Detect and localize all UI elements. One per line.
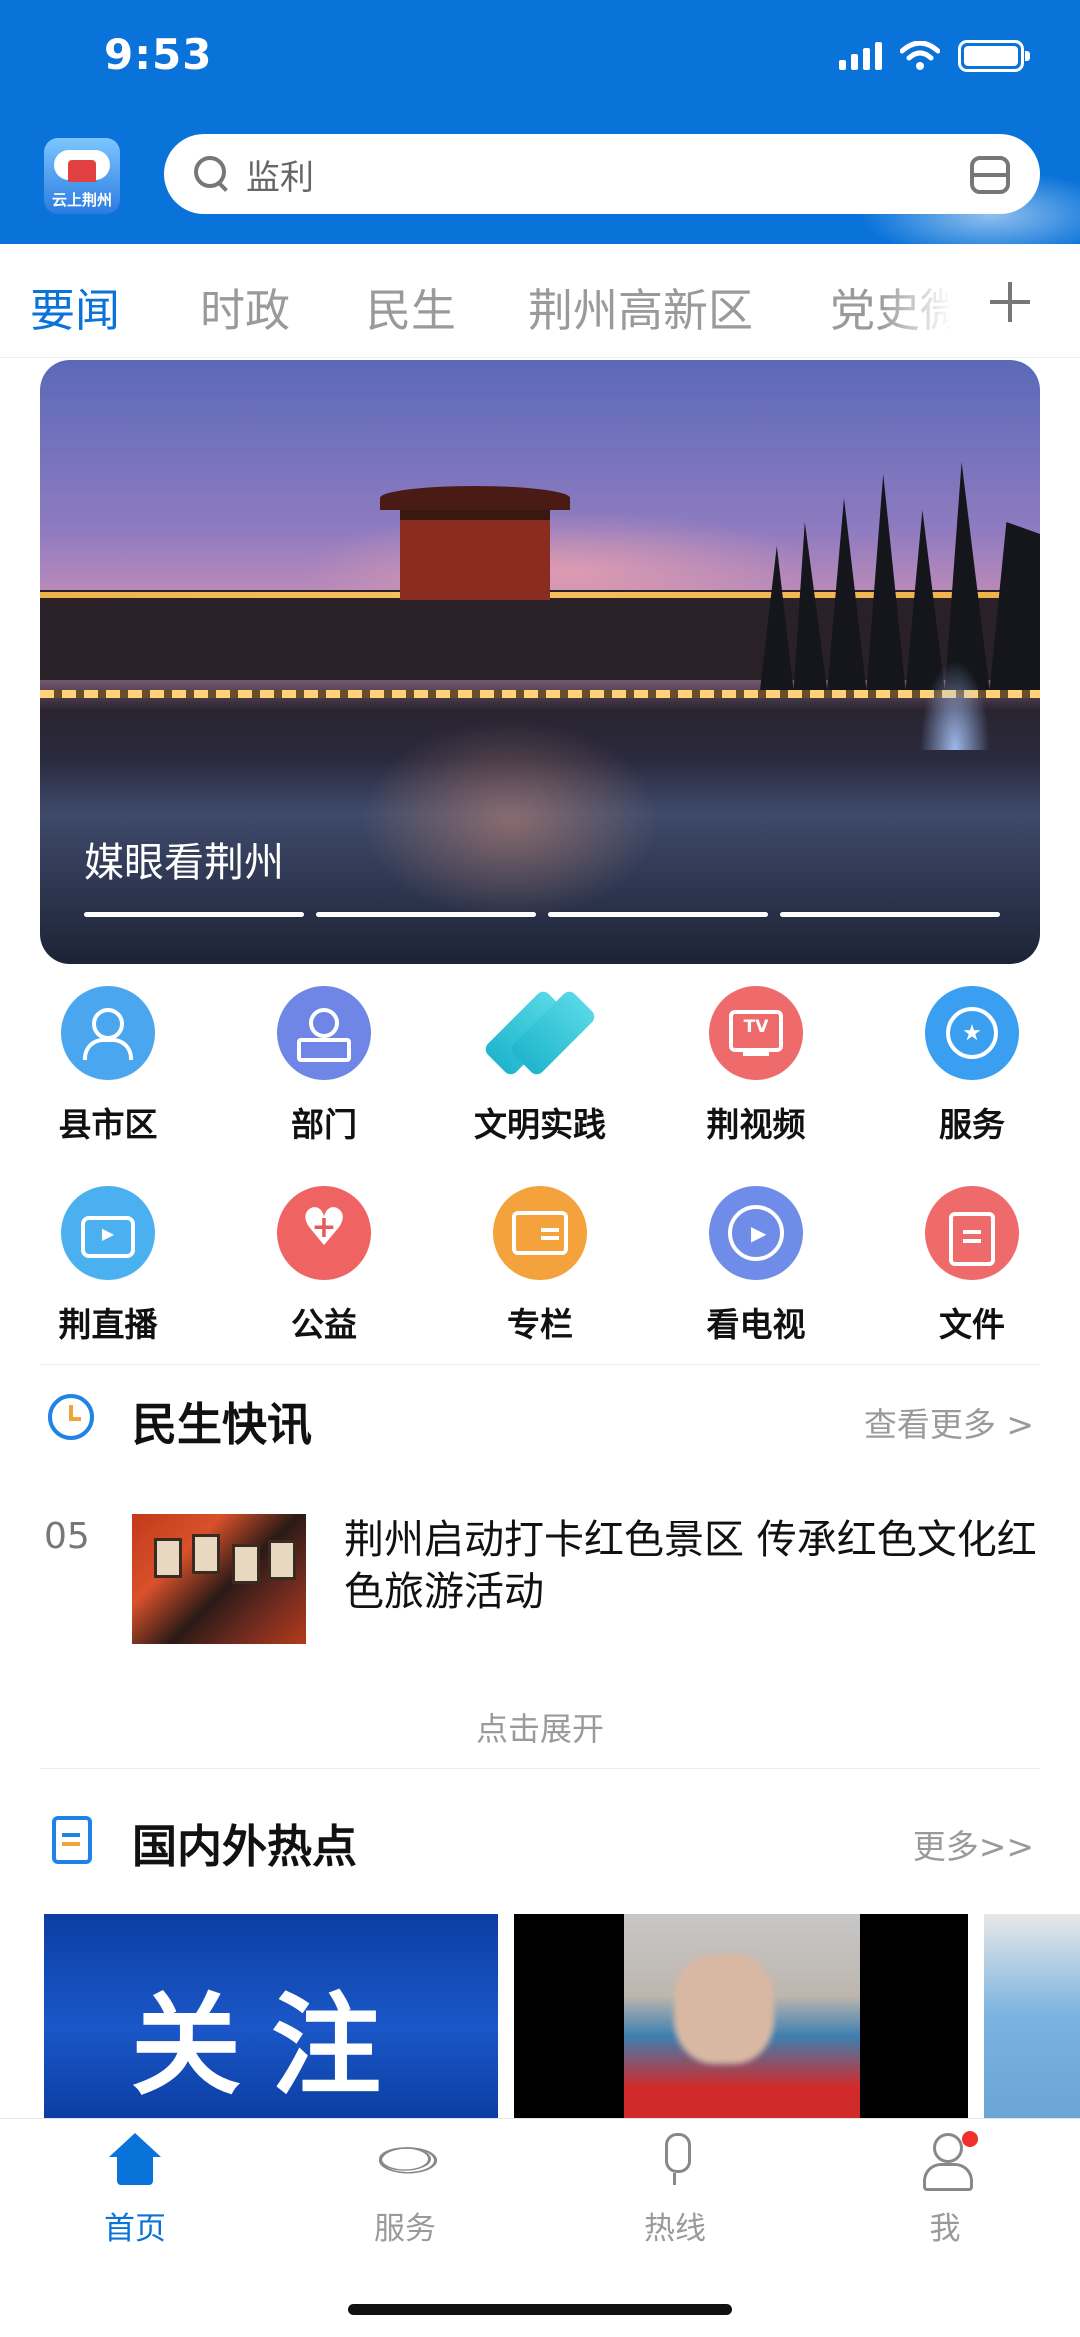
grid-item-zhuanlan[interactable]: 专栏: [440, 1186, 640, 1346]
grid-label: 文件: [939, 1305, 1005, 1344]
search-text: 监利: [246, 157, 314, 198]
expand-button[interactable]: 点击展开: [0, 1704, 1080, 1750]
nav-hotline[interactable]: 热线: [540, 2119, 810, 2259]
tab-minsheng[interactable]: 民生: [366, 274, 456, 339]
person-icon: [61, 986, 155, 1080]
grid-item-xianshiqu[interactable]: 县市区: [8, 986, 208, 1146]
search-icon: [194, 156, 230, 192]
civilization-logo-icon: [482, 986, 598, 1080]
add-channel-icon[interactable]: [990, 282, 1030, 322]
status-time: 9:53: [104, 30, 213, 79]
home-indicator: [348, 2304, 732, 2315]
grid-label: 文明实践: [474, 1105, 606, 1144]
nav-service[interactable]: 服务: [270, 2119, 540, 2259]
tv-icon: [709, 986, 803, 1080]
clipboard-icon: [925, 1186, 1019, 1280]
hotspot-card[interactable]: [984, 1914, 1080, 2118]
grid-item-bumen[interactable]: 部门: [224, 986, 424, 1146]
divider: [40, 1364, 1040, 1365]
section-title-hotspots: 国内外热点: [132, 1820, 358, 1873]
app-logo-text: 云上荆州: [51, 191, 112, 209]
tab-gaoxinqu[interactable]: 荆州高新区: [528, 274, 753, 339]
grid-item-wenming[interactable]: 文明实践: [440, 986, 640, 1146]
grid-label: 服务: [939, 1105, 1005, 1144]
wifi-icon: [900, 41, 940, 70]
stamp-icon: [277, 986, 371, 1080]
grid-label: 荆直播: [58, 1305, 158, 1344]
notification-badge: [962, 2131, 978, 2147]
heart-plus-icon: [277, 1186, 371, 1280]
grid-label: 公益: [291, 1305, 357, 1344]
search-bar[interactable]: 监利: [164, 134, 1040, 214]
battery-icon: [958, 40, 1030, 72]
section-title-livelihood: 民生快讯: [132, 1398, 313, 1451]
hotspot-image-text: 关注: [131, 1982, 411, 2110]
tab-fade: [880, 254, 970, 344]
nav-label: 我: [929, 2211, 961, 2247]
channel-tabs: 要闻 时政 民生 荆州高新区 党史微: [0, 244, 1080, 358]
live-camera-icon: [61, 1186, 155, 1280]
grid-item-gongyi[interactable]: 公益: [224, 1186, 424, 1346]
banner-carousel[interactable]: 媒眼看荆州: [40, 360, 1040, 964]
hotspot-card[interactable]: 关注: [44, 1914, 498, 2118]
grid-label: 县市区: [58, 1105, 158, 1144]
status-icons: [839, 40, 1030, 72]
cellular-signal-icon: [839, 42, 882, 70]
grid-item-wenjian[interactable]: 文件: [872, 1186, 1072, 1346]
pavilion-image: [380, 486, 570, 600]
grid-label: 荆视频: [706, 1105, 806, 1144]
carousel-indicators: [84, 912, 1000, 917]
grid-label: 专栏: [507, 1305, 573, 1344]
tab-shizheng[interactable]: 时政: [200, 274, 290, 339]
grid-item-fuwu[interactable]: 服务: [872, 986, 1072, 1146]
carousel-dot[interactable]: [548, 912, 768, 917]
document-icon: [52, 1816, 92, 1864]
banner-title: 媒眼看荆州: [84, 840, 284, 886]
play-icon: [709, 1186, 803, 1280]
carousel-dot[interactable]: [316, 912, 536, 917]
grid-label: 看电视: [706, 1305, 806, 1344]
atom-icon: [379, 2147, 431, 2171]
nav-label: 服务: [374, 2211, 436, 2247]
clock-icon: [48, 1394, 94, 1440]
star-badge-icon: [925, 986, 1019, 1080]
news-thumbnail[interactable]: [132, 1514, 306, 1644]
nav-label: 首页: [104, 2211, 166, 2247]
carousel-dot[interactable]: [84, 912, 304, 917]
home-icon: [109, 2133, 161, 2185]
scan-icon[interactable]: [970, 156, 1010, 194]
nav-home[interactable]: 首页: [0, 2119, 270, 2259]
grid-item-kandianshi[interactable]: 看电视: [656, 1186, 856, 1346]
news-item-number: 05: [44, 1516, 90, 1557]
grid-label: 部门: [291, 1105, 357, 1144]
id-card-icon: [493, 1186, 587, 1280]
grid-item-jingzhibo[interactable]: 荆直播: [8, 1186, 208, 1346]
livelihood-more-link[interactable]: 查看更多 >: [864, 1398, 1034, 1446]
app-header: 9:53 云上荆州 监利: [0, 0, 1080, 244]
grid-item-jingshipin[interactable]: 荆视频: [656, 986, 856, 1146]
nav-label: 热线: [644, 2211, 706, 2247]
divider: [40, 1768, 1040, 1769]
hotspot-card[interactable]: [514, 1914, 968, 2118]
carousel-dot[interactable]: [780, 912, 1000, 917]
microphone-icon: [649, 2133, 701, 2185]
tab-yaowen[interactable]: 要闻: [30, 274, 120, 339]
app-logo[interactable]: 云上荆州: [44, 138, 120, 214]
nav-me[interactable]: 我: [810, 2119, 1080, 2259]
news-headline[interactable]: 荆州启动打卡红色景区 传承红色文化红色旅游活动: [344, 1514, 1044, 1618]
hotspots-more-link[interactable]: 更多>>: [913, 1820, 1034, 1868]
